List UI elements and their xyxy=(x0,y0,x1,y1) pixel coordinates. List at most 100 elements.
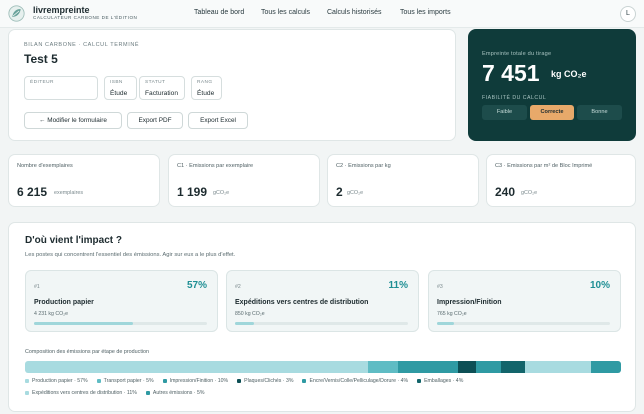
composition-segment[interactable] xyxy=(524,361,591,373)
nav-link-history[interactable]: Calculs historisés xyxy=(327,9,381,16)
legend-label: Autres émissions · 5% xyxy=(152,390,205,396)
legend-item: Plaques/Clichés · 3% xyxy=(237,378,293,384)
top-source-progress-fill xyxy=(34,322,133,325)
legend-label: Emballages · 4% xyxy=(424,378,464,384)
top-source-progress xyxy=(437,322,610,325)
nav-link-all-calculations[interactable]: Tous les calculs xyxy=(261,9,310,16)
stat-title: C2 · Emissions par kg xyxy=(336,163,391,169)
top-source-progress xyxy=(235,322,408,325)
reliability-option-bonne[interactable]: Bonne xyxy=(577,105,622,120)
top-source-rank: #1 xyxy=(34,284,40,290)
top-source-kg: 4 231 kg CO₂e xyxy=(34,311,69,317)
footprint-card: Empreinte totale du tirage 7 451 kg CO₂e… xyxy=(468,29,636,141)
calculation-overline: Bilan carbone · Calcul terminé xyxy=(24,42,140,48)
composition-title: Composition des émissions par étape de p… xyxy=(25,349,150,355)
legend-item: Autres émissions · 5% xyxy=(145,390,205,396)
legend-swatch xyxy=(145,390,150,395)
top-source-card[interactable]: #1 57% Production papier 4 231 kg CO₂e xyxy=(25,270,218,332)
legend-label: Impression/Finition · 10% xyxy=(169,378,229,384)
field-value: Étude xyxy=(197,90,215,97)
top-source-name: Production papier xyxy=(34,299,94,306)
composition-segment[interactable] xyxy=(398,361,459,373)
legend-item: Expéditions vers centres de distribution… xyxy=(25,390,137,396)
field-isbn[interactable]: ISBN Étude xyxy=(104,76,137,100)
composition-segment[interactable] xyxy=(476,361,501,373)
edit-form-button[interactable]: ← Modifier le formulaire xyxy=(24,112,122,129)
stat-title: Nombre d'exemplaires xyxy=(17,163,73,169)
footprint-value: 7 451 xyxy=(482,60,540,86)
field-editeur[interactable]: Éditeur xyxy=(24,76,98,100)
field-label: Rang xyxy=(197,80,213,85)
user-avatar[interactable]: L xyxy=(620,6,636,22)
legend-swatch xyxy=(25,390,29,395)
brand-tagline: Calculateur carbone de l'édition xyxy=(33,15,138,20)
stat-title: C3 · Emissions par m² de Bloc Imprimé xyxy=(495,163,593,169)
field-rang[interactable]: Rang Étude xyxy=(191,76,222,100)
stat-card-per-kg: C2 · Emissions par kg 2 gCO₂e xyxy=(327,154,479,207)
page-title: Test 5 xyxy=(24,52,58,66)
field-value: Facturation xyxy=(145,90,178,97)
composition-bar xyxy=(25,361,621,373)
top-source-card[interactable]: #3 10% Impression/Finition 765 kg CO₂e xyxy=(428,270,621,332)
field-statut[interactable]: Statut Facturation xyxy=(139,76,185,100)
composition-segment[interactable] xyxy=(25,361,369,373)
impact-subtitle: Les postes qui concentrent l'essentiel d… xyxy=(25,252,236,258)
legend-swatch xyxy=(162,378,167,383)
brand-name[interactable]: livrempreinte xyxy=(33,5,90,15)
composition-legend: Production papier · 57% Transport papier … xyxy=(25,378,625,402)
reliability-label: Fiabilité du calcul xyxy=(482,95,547,101)
footprint-unit: kg CO₂e xyxy=(551,69,587,79)
stat-unit: exemplaires xyxy=(54,190,84,196)
footprint-label: Empreinte totale du tirage xyxy=(482,51,552,57)
field-value: Étude xyxy=(110,90,128,97)
legend-swatch xyxy=(25,378,29,383)
stat-card-copies: Nombre d'exemplaires 6 215 exemplaires xyxy=(8,154,160,207)
export-excel-button[interactable]: Export Excel xyxy=(188,112,248,129)
impact-section: D'où vient l'impact ? Les postes qui con… xyxy=(8,222,636,412)
stat-value: 1 199 xyxy=(177,185,208,199)
nav-link-imports[interactable]: Tous les imports xyxy=(400,9,451,16)
legend-label: Production papier · 57% xyxy=(32,378,88,384)
stat-title: C1 · Emissions par exemplaire xyxy=(177,163,254,169)
stat-value: 6 215 xyxy=(17,185,48,199)
composition-segment[interactable] xyxy=(368,361,399,373)
legend-swatch xyxy=(96,378,101,383)
legend-swatch xyxy=(237,378,242,383)
top-source-name: Impression/Finition xyxy=(437,299,502,306)
top-source-rank: #3 xyxy=(437,284,443,290)
stat-value: 2 xyxy=(336,185,343,199)
legend-label: Plaques/Clichés · 3% xyxy=(244,378,294,384)
reliability-option-faible[interactable]: Faible xyxy=(482,105,527,120)
top-source-percent: 57% xyxy=(186,280,207,291)
stat-unit: gCO₂e xyxy=(213,190,230,196)
nav-link-dashboard[interactable]: Tableau de bord xyxy=(194,9,244,16)
top-source-rank: #2 xyxy=(235,284,241,290)
legend-label: Encre/Vernis/Colle/Pelliculage/Dorure · … xyxy=(309,378,409,384)
stat-card-per-copy: C1 · Emissions par exemplaire 1 199 gCO₂… xyxy=(168,154,320,207)
legend-label: Transport papier · 5% xyxy=(103,378,154,384)
stat-value: 240 xyxy=(495,185,516,199)
legend-swatch xyxy=(302,378,307,383)
legend-item: Impression/Finition · 10% xyxy=(162,378,229,384)
composition-segment[interactable] xyxy=(590,361,621,373)
export-pdf-button[interactable]: Export PDF xyxy=(127,112,183,129)
stat-unit: gCO₂e xyxy=(521,190,538,196)
legend-item: Production papier · 57% xyxy=(25,378,88,384)
top-nav: livrempreinte Calculateur carbone de l'é… xyxy=(0,0,644,28)
composition-segment[interactable] xyxy=(458,361,477,373)
legend-item: Transport papier · 5% xyxy=(96,378,154,384)
reliability-option-correcte[interactable]: Correcte xyxy=(530,105,574,120)
field-label: Statut xyxy=(145,80,166,85)
top-source-percent: 11% xyxy=(388,280,408,291)
top-source-progress-fill xyxy=(437,322,455,325)
field-label: Éditeur xyxy=(30,80,54,85)
stat-card-per-m2: C3 · Emissions par m² de Bloc Imprimé 24… xyxy=(486,154,636,207)
stat-unit: gCO₂e xyxy=(347,190,364,196)
top-source-kg: 850 kg CO₂e xyxy=(235,311,265,317)
top-source-percent: 10% xyxy=(589,280,610,291)
composition-segment[interactable] xyxy=(500,361,525,373)
top-source-kg: 765 kg CO₂e xyxy=(437,311,467,317)
leaf-logo-icon[interactable] xyxy=(8,5,25,22)
top-source-progress-fill xyxy=(235,322,255,325)
top-source-card[interactable]: #2 11% Expéditions vers centres de distr… xyxy=(226,270,419,332)
